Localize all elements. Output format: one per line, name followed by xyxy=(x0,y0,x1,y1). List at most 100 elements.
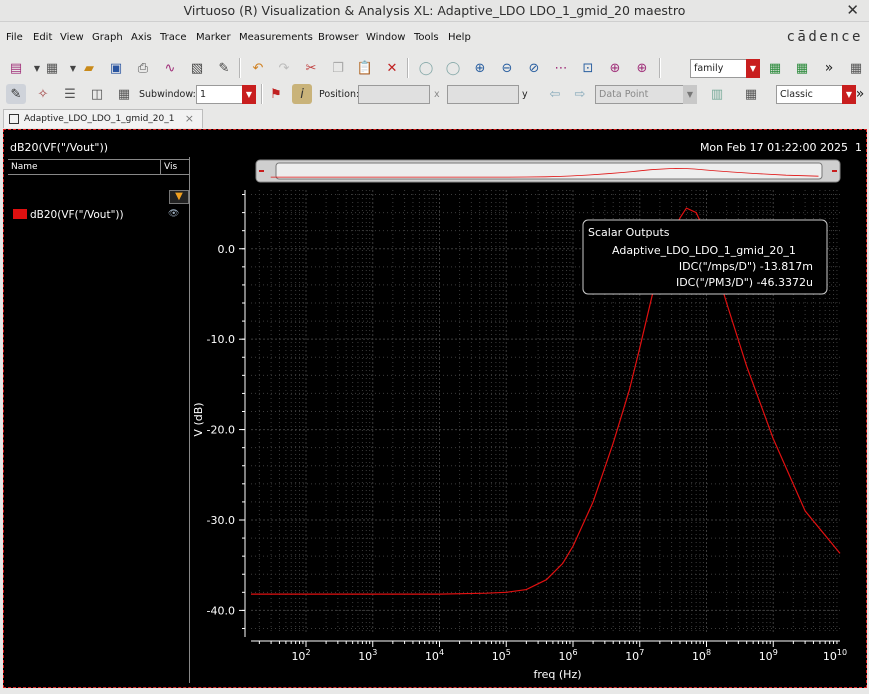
position-y-field[interactable] xyxy=(447,85,519,104)
fit-icon[interactable]: ⊡ xyxy=(578,58,598,78)
toolbar-separator xyxy=(261,84,263,104)
x-tick-label: 1010 xyxy=(823,648,847,663)
scalar-outputs-title: Scalar Outputs xyxy=(588,226,670,239)
position-x-field[interactable] xyxy=(358,85,430,104)
menu-marker[interactable]: Marker xyxy=(196,32,231,43)
y-tick-label: -40.0 xyxy=(207,604,235,617)
menu-measurements[interactable]: Measurements xyxy=(239,32,313,43)
scalar-output-row: IDC("/mps/D") -13.817m xyxy=(679,260,813,273)
edit-icon[interactable]: ✎ xyxy=(214,58,234,78)
x-tick-label: 108 xyxy=(692,648,711,663)
tab-adaptive-ldo[interactable]: Adaptive_LDO_LDO_1_gmid_20_1 × xyxy=(3,109,203,128)
scalar-output-row: IDC("/PM3/D") -46.3372u xyxy=(676,276,813,289)
zoom-x-icon[interactable]: ⋯ xyxy=(551,58,571,78)
y-tick-label: 0.0 xyxy=(218,243,236,256)
x-tick-label: 103 xyxy=(358,648,377,663)
select-icon[interactable]: ✧ xyxy=(33,84,53,104)
family-grid-icon[interactable]: ▦ xyxy=(765,58,785,78)
annotation-icon[interactable]: ▧ xyxy=(187,58,207,78)
subwindow-label: Subwindow: xyxy=(139,89,196,100)
menu-file[interactable]: File xyxy=(6,32,23,43)
zoom-previous-icon[interactable]: ⊘ xyxy=(524,58,544,78)
y-label: y xyxy=(522,89,528,100)
circle-icon[interactable]: ◯ xyxy=(416,58,436,78)
toolbar-separator xyxy=(239,58,241,78)
stack-icon[interactable]: ☰ xyxy=(60,84,80,104)
window-title: Virtuoso (R) Visualization & Analysis XL… xyxy=(183,3,686,18)
menu-browser[interactable]: Browser xyxy=(318,32,359,43)
x-tick-label: 105 xyxy=(492,648,511,663)
plot-area[interactable]: 0.0 -10.0 -20.0 -30.0 -40.0 102 103 104 105 106 10… xyxy=(4,130,866,687)
zoom-out-icon[interactable]: ⊖ xyxy=(497,58,517,78)
menu-trace[interactable]: Trace xyxy=(160,32,187,43)
toolbar-separator xyxy=(659,58,661,78)
y-tick-label: -20.0 xyxy=(207,424,235,437)
family-expand-icon[interactable]: ▦ xyxy=(792,58,812,78)
cut-icon[interactable]: ✂ xyxy=(301,58,321,78)
menu-edit[interactable]: Edit xyxy=(33,32,52,43)
copy-icon[interactable]: ❐ xyxy=(328,58,348,78)
split-icon[interactable]: ◫ xyxy=(87,84,107,104)
y-tick-label: -30.0 xyxy=(207,514,235,527)
chevron-down-icon: ▼ xyxy=(683,85,697,104)
new-subwindow-icon[interactable]: ▦ xyxy=(42,58,62,78)
subwindow-grid-icon[interactable]: ▦ xyxy=(114,84,134,104)
selection-pen-icon[interactable]: ✎ xyxy=(6,84,26,104)
style-select[interactable]: Classic ▼ xyxy=(776,85,856,104)
menu-axis[interactable]: Axis xyxy=(131,32,152,43)
x-tick-label: 109 xyxy=(759,648,778,663)
chevron-down-icon: ▼ xyxy=(242,85,256,104)
x-label: x xyxy=(434,89,440,100)
save-icon[interactable]: ▣ xyxy=(106,58,126,78)
chevron-down-icon: ▼ xyxy=(746,59,760,78)
main-toolbar: ▤ ▼ ▦ ▼ ▰ ▣ ⎙ ∿ ▧ ✎ ↶ ↷ ✂ ❐ 📋 ✕ ◯ ◯ ⊕ ⊖ … xyxy=(0,55,869,81)
y-tick-label: -10.0 xyxy=(207,333,235,346)
new-window-icon[interactable]: ▤ xyxy=(6,58,26,78)
family-select-value: family xyxy=(694,63,724,74)
info-icon[interactable]: i xyxy=(292,84,312,104)
window-close-button[interactable]: ✕ xyxy=(846,1,859,19)
zoom-x-axis-icon[interactable]: ⊕ xyxy=(605,58,625,78)
x-tick-label: 102 xyxy=(291,648,310,663)
undo-icon[interactable]: ↶ xyxy=(248,58,268,78)
secondary-toolbar: ✎ ✧ ☰ ◫ ▦ Subwindow: 1 ▼ ⚑ i Position: x … xyxy=(0,81,869,107)
delete-icon[interactable]: ✕ xyxy=(382,58,402,78)
zoom-y-axis-icon[interactable]: ⊕ xyxy=(632,58,652,78)
next-point-icon[interactable]: ⇨ xyxy=(570,84,590,104)
y-axis-label: V (dB) xyxy=(192,402,205,436)
position-label: Position: xyxy=(319,89,360,100)
histogram-icon[interactable]: ▥ xyxy=(707,84,727,104)
waveform-icon[interactable]: ∿ xyxy=(160,58,180,78)
menu-graph[interactable]: Graph xyxy=(92,32,123,43)
x-tick-label: 104 xyxy=(425,648,444,663)
toolbar-separator xyxy=(407,58,409,78)
menu-window[interactable]: Window xyxy=(366,32,405,43)
marker-flag-icon[interactable]: ⚑ xyxy=(266,84,286,104)
redo-icon[interactable]: ↷ xyxy=(274,58,294,78)
x-tick-label: 106 xyxy=(558,648,577,663)
calculator-icon[interactable]: ▦ xyxy=(741,84,761,104)
style-select-value: Classic xyxy=(780,89,813,100)
toolbar-overflow-icon[interactable]: » xyxy=(819,58,839,78)
menu-help[interactable]: Help xyxy=(448,32,471,43)
zoom-in-icon[interactable]: ⊕ xyxy=(470,58,490,78)
menu-tools[interactable]: Tools xyxy=(414,32,439,43)
circle-outline-icon[interactable]: ◯ xyxy=(443,58,463,78)
open-folder-icon[interactable]: ▰ xyxy=(79,58,99,78)
subwindow-select[interactable]: 1 ▼ xyxy=(196,85,256,104)
tab-close-button[interactable]: × xyxy=(185,112,194,125)
previous-point-icon[interactable]: ⇦ xyxy=(545,84,565,104)
toolbar-overflow-icon[interactable]: » xyxy=(853,84,867,104)
paste-icon[interactable]: 📋 xyxy=(355,58,375,78)
layout-grid-icon[interactable]: ▦ xyxy=(846,58,866,78)
print-icon[interactable]: ⎙ xyxy=(133,58,153,78)
graph-window-icon xyxy=(9,114,19,124)
family-select[interactable]: family ▼ xyxy=(690,59,760,78)
marker-type-value: Data Point xyxy=(599,89,649,100)
subwindow-select-value: 1 xyxy=(200,89,207,100)
window-tabs: Adaptive_LDO_LDO_1_gmid_20_1 × xyxy=(0,108,869,128)
marker-type-select[interactable]: Data Point ▼ xyxy=(595,85,697,104)
x-axis-label: freq (Hz) xyxy=(533,668,581,681)
cadence-logo: cādence xyxy=(786,29,863,45)
menu-view[interactable]: View xyxy=(60,32,84,43)
